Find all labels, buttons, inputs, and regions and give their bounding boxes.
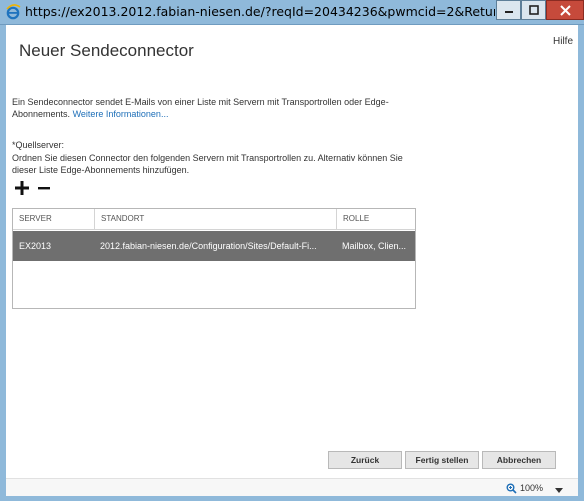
more-info-link[interactable]: Weitere Informationen... [73,109,169,119]
column-header-rolle[interactable]: ROLLE [336,209,415,229]
source-server-label: *Quellserver: [12,140,65,150]
window-titlebar: https://ex2013.2012.fabian-niesen.de/?re… [0,0,584,25]
maximize-button[interactable] [521,0,546,20]
cancel-button[interactable]: Abbrechen [482,451,556,469]
intro-description: Ein Sendeconnector sendet E-Mails von ei… [12,97,389,119]
table-header: SERVER STANDORT ROLLE [13,209,415,230]
maximize-icon [528,5,539,15]
status-bar: 100% [6,478,578,496]
column-header-standort[interactable]: STANDORT [94,209,336,229]
intro-text: Ein Sendeconnector sendet E-Mails von ei… [12,96,432,120]
finish-button[interactable]: Fertig stellen [405,451,479,469]
minimize-button[interactable] [496,0,521,20]
help-link[interactable]: Hilfe [553,36,573,47]
add-server-button[interactable] [14,180,30,196]
page-title: Neuer Sendeconnector [19,41,194,60]
close-icon [559,4,571,16]
back-button[interactable]: Zurück [328,451,402,469]
zoom-icon [506,479,517,498]
minus-icon [37,180,51,196]
cell-rolle: Mailbox, Clien... [342,241,407,251]
cell-standort: 2012.fabian-niesen.de/Configuration/Site… [100,241,317,251]
source-server-description: Ordnen Sie diesen Connector den folgende… [12,153,403,175]
cell-server: EX2013 [19,241,52,251]
zoom-control[interactable]: 100% [506,479,564,498]
ie-icon [5,4,21,20]
window-title: https://ex2013.2012.fabian-niesen.de/?re… [25,4,495,19]
remove-server-button[interactable] [37,180,51,196]
source-servers-table: SERVER STANDORT ROLLE EX2013 2012.fabian… [12,208,416,309]
minimize-icon [504,5,514,15]
close-button[interactable] [546,0,584,20]
zoom-level: 100% [520,483,544,493]
chevron-down-icon [555,479,564,498]
table-row[interactable]: EX2013 2012.fabian-niesen.de/Configurati… [13,231,415,261]
column-header-server[interactable]: SERVER [13,209,94,229]
plus-icon [14,180,30,196]
window-bottom-border [0,496,584,501]
